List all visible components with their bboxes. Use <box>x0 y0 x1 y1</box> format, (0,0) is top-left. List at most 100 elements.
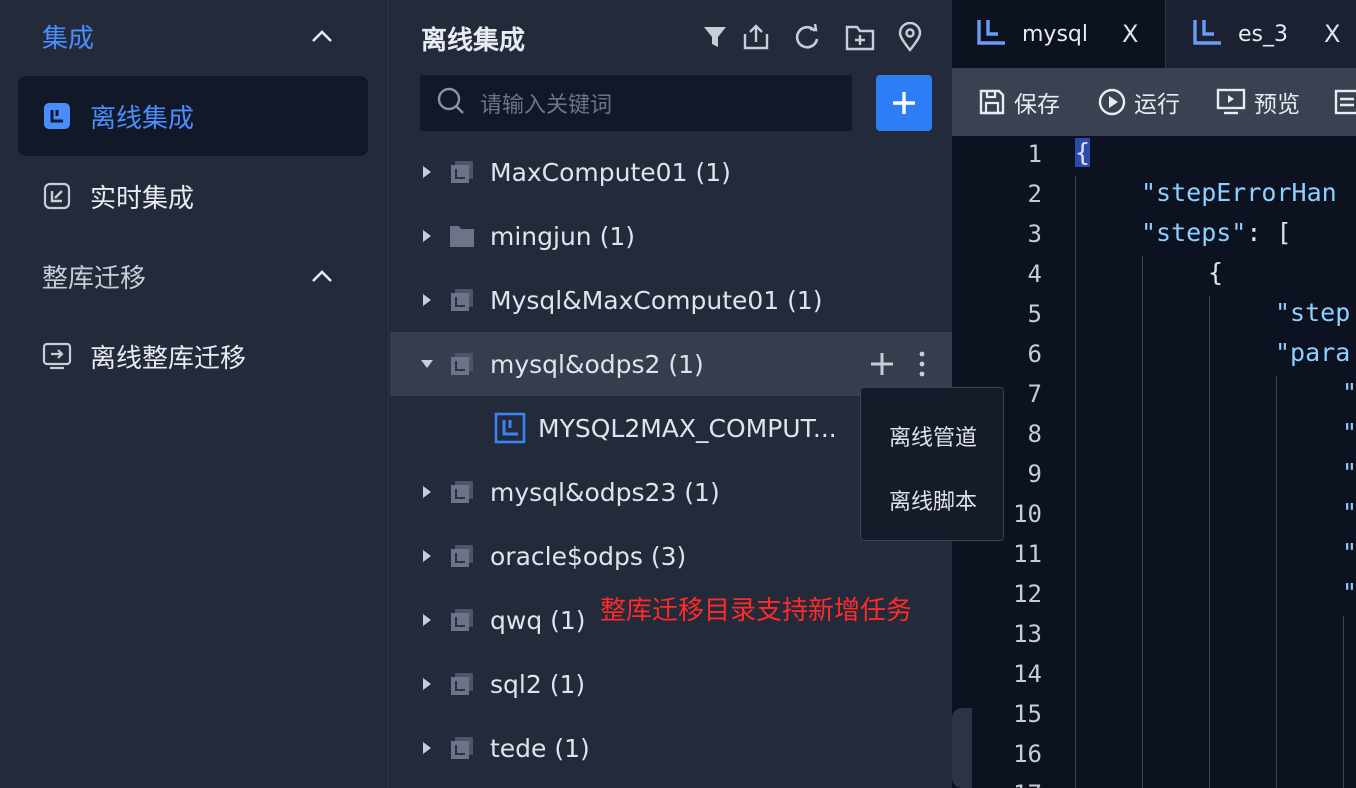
tree-node[interactable]: MaxCompute01 (1) <box>390 140 952 204</box>
indent-guide <box>1142 256 1143 788</box>
tree-node[interactable]: sql2 (1) <box>390 652 952 716</box>
offline-integration-icon <box>42 101 72 131</box>
offline-task-icon <box>494 412 526 444</box>
tree-node-label: tede (1) <box>490 733 590 763</box>
add-task-menu: 离线管道 离线脚本 <box>860 387 1004 541</box>
caret-right-icon[interactable] <box>420 165 434 179</box>
code-area[interactable]: 1 2 3 4 5 6 7 8 9 10 11 12 13 14 15 16 1… <box>952 136 1356 788</box>
more-icon[interactable] <box>910 349 934 379</box>
indent-guide <box>1075 176 1076 788</box>
close-icon[interactable]: X <box>1122 20 1138 48</box>
tree-node-label: mysql&odps23 (1) <box>490 477 720 507</box>
caret-right-icon[interactable] <box>420 613 434 627</box>
code-punct: : [ <box>1246 218 1292 247</box>
sidebar-item-offline-migration[interactable]: 离线整库迁移 <box>18 316 368 396</box>
code-line: "step <box>1275 298 1351 327</box>
tree-node-label: qwq (1) <box>490 605 586 635</box>
export-icon[interactable] <box>739 20 773 54</box>
section-migration-header[interactable]: 整库迁移 <box>42 258 146 295</box>
code-editor: mysql X es_3 X 保存 运行 预览 1 2 3 4 5 6 7 8 … <box>952 0 1356 788</box>
line-number: 2 <box>1027 180 1042 208</box>
caret-right-icon[interactable] <box>420 741 434 755</box>
line-number: 3 <box>1027 220 1042 248</box>
section-integration-title: 集成 <box>42 24 95 54</box>
caret-right-icon[interactable] <box>420 229 434 243</box>
left-sidebar: 集成 离线集成 实时集成 整库迁移 离线整库迁移 <box>0 0 389 788</box>
panel-title: 离线集成 <box>421 26 526 56</box>
tree-node[interactable]: tede (1) <box>390 716 952 780</box>
run-button[interactable]: 运行 <box>1098 68 1180 136</box>
section-migration-title: 整库迁移 <box>42 264 147 294</box>
tab-es3[interactable]: es_3 X <box>1166 0 1356 68</box>
realtime-integration-icon <box>42 181 72 211</box>
code-line: { <box>1208 258 1224 287</box>
menu-item-offline-pipeline[interactable]: 离线管道 <box>861 420 1005 452</box>
caret-right-icon[interactable] <box>420 549 434 563</box>
indent-guide <box>1276 376 1277 788</box>
tree-node[interactable]: mingjun (1) <box>390 204 952 268</box>
tab-label: mysql <box>1022 21 1088 47</box>
save-button[interactable]: 保存 <box>978 68 1060 136</box>
caret-right-icon[interactable] <box>420 677 434 691</box>
chevron-up-icon[interactable] <box>308 262 336 290</box>
migration-icon <box>42 341 72 371</box>
add-task-icon[interactable] <box>867 349 897 379</box>
folder-icon <box>448 158 476 186</box>
new-folder-icon[interactable] <box>843 20 877 54</box>
code-line: " <box>1342 538 1356 567</box>
preview-button[interactable]: 预览 <box>1216 68 1300 136</box>
caret-right-icon[interactable] <box>420 485 434 499</box>
code-line: " <box>1342 378 1356 407</box>
folder-icon <box>448 670 476 698</box>
tab-mysql[interactable]: mysql X <box>952 0 1165 68</box>
tree-node-label: mingjun (1) <box>490 221 636 251</box>
tree-node[interactable]: Mysql&MaxCompute01 (1) <box>390 268 952 332</box>
play-icon <box>1098 88 1126 116</box>
tree-leaf-label: MYSQL2MAX_COMPUT... <box>538 413 837 443</box>
run-label: 运行 <box>1134 92 1180 118</box>
sidebar-item-label: 离线整库迁移 <box>90 343 247 374</box>
caret-right-icon[interactable] <box>420 293 434 307</box>
editor-toolbar: 保存 运行 预览 <box>952 68 1356 136</box>
caret-down-icon[interactable] <box>420 357 434 371</box>
sidebar-item-offline-integration[interactable]: 离线集成 <box>18 76 368 156</box>
tab-label: es_3 <box>1238 21 1288 47</box>
section-integration-header[interactable]: 集成 <box>42 18 94 55</box>
folder-icon <box>448 350 476 378</box>
save-label: 保存 <box>1014 92 1060 118</box>
line-number: 12 <box>1013 580 1042 608</box>
search-icon <box>436 86 466 120</box>
tree-node-label: sql2 (1) <box>490 669 586 699</box>
indent-guide <box>1209 296 1210 788</box>
indent-guide <box>1343 616 1344 788</box>
line-number: 4 <box>1027 260 1042 288</box>
refresh-icon[interactable] <box>790 20 824 54</box>
sidebar-item-label: 实时集成 <box>90 183 195 214</box>
annotation-text: 整库迁移目录支持新增任务 <box>600 596 913 626</box>
tree-node-label: oracle$odps (3) <box>490 541 687 571</box>
more-toolbar-button[interactable] <box>1334 68 1356 136</box>
menu-item-offline-script[interactable]: 离线脚本 <box>861 484 1005 516</box>
tree-node-label: MaxCompute01 (1) <box>490 157 731 187</box>
line-number: 14 <box>1013 660 1042 688</box>
line-number: 6 <box>1027 340 1042 368</box>
line-number: 5 <box>1027 300 1042 328</box>
code-line: " <box>1342 418 1356 447</box>
close-icon[interactable]: X <box>1324 20 1340 48</box>
panel-collapse-handle[interactable] <box>952 708 972 788</box>
offline-task-icon <box>1192 17 1224 51</box>
location-icon[interactable] <box>893 20 927 54</box>
preview-icon <box>1216 88 1246 115</box>
plus-icon <box>893 92 915 114</box>
tree-node-label: mysql&odps2 (1) <box>490 349 704 379</box>
line-number: 1 <box>1027 140 1042 168</box>
sidebar-item-realtime-integration[interactable]: 实时集成 <box>18 156 368 236</box>
chevron-up-icon[interactable] <box>308 22 336 50</box>
sidebar-item-label: 离线集成 <box>90 103 195 134</box>
filter-icon[interactable] <box>698 20 732 54</box>
search-input[interactable]: 请输入关键词 <box>420 75 852 131</box>
folder-icon <box>448 286 476 314</box>
folder-icon <box>448 606 476 634</box>
line-number: 13 <box>1013 620 1042 648</box>
add-button[interactable] <box>876 75 932 131</box>
